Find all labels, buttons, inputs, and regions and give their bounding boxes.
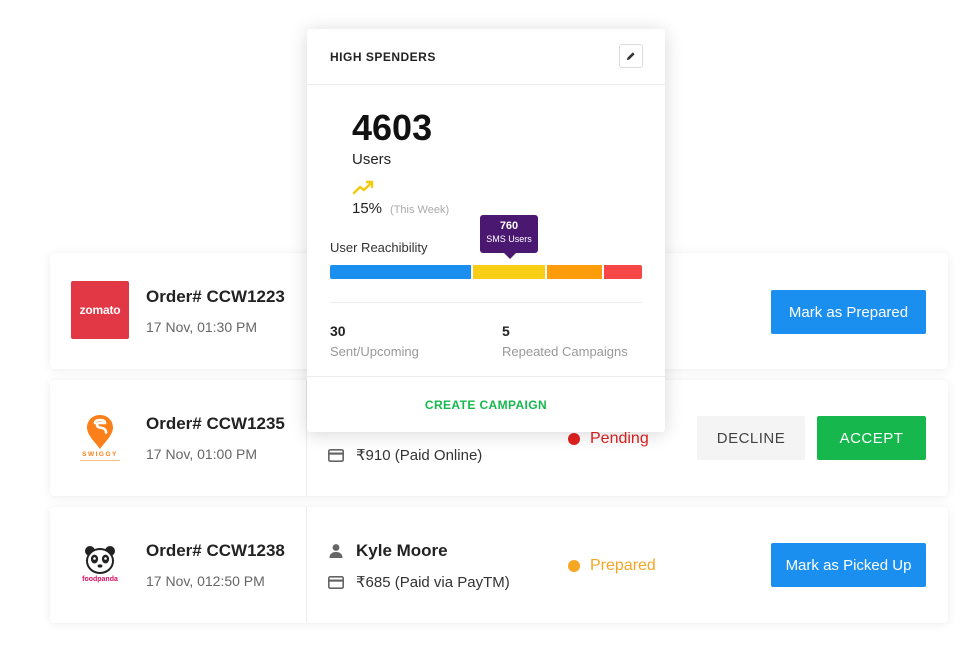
status-text: Prepared xyxy=(590,557,656,574)
card-icon xyxy=(328,575,344,589)
stat-repeated-campaigns: 5 Repeated Campaigns xyxy=(502,323,628,359)
zomato-logo: zomato xyxy=(71,281,129,339)
swiggy-tagline-line xyxy=(80,459,120,461)
reach-segment xyxy=(603,265,642,279)
zomato-logo-text: zomato xyxy=(79,303,121,317)
order-id: Order# CCW1238 xyxy=(146,541,285,560)
reach-segment xyxy=(546,265,602,279)
stat-label: Sent/Upcoming xyxy=(330,344,419,359)
order-time: 17 Nov, 01:30 PM xyxy=(146,319,258,335)
reach-segment xyxy=(330,265,471,279)
swiggy-logo-text: SWIGGY xyxy=(82,450,118,458)
decline-button[interactable]: DECLINE xyxy=(697,416,805,460)
reachability-bar xyxy=(330,265,642,279)
foodpanda-logo-text: foodpanda xyxy=(82,576,118,583)
mark-as-picked-up-button[interactable]: Mark as Picked Up xyxy=(771,543,926,587)
trending-up-icon xyxy=(352,180,374,195)
customer-row: Kyle Moore xyxy=(328,541,448,561)
reach-label: User Reachibility xyxy=(330,240,428,255)
popover-header: HIGH SPENDERS xyxy=(307,29,665,85)
tooltip-value: 760 xyxy=(499,220,519,232)
stat-value: 5 xyxy=(502,323,510,339)
order-time: 17 Nov, 012:50 PM xyxy=(146,573,265,589)
payment-row: ₹685 (Paid via PayTM) xyxy=(328,573,510,591)
tooltip-label: SMS Users xyxy=(486,234,532,244)
high-spenders-popover: HIGH SPENDERS 4603 Users 15% (This Week)… xyxy=(307,29,665,432)
payment-text: ₹910 (Paid Online) xyxy=(356,447,483,464)
status-dot xyxy=(568,560,580,572)
stat-label: Repeated Campaigns xyxy=(502,344,628,359)
user-count-label: Users xyxy=(352,151,392,168)
stat-value: 30 xyxy=(330,323,346,339)
sms-users-tooltip: 760 SMS Users xyxy=(480,215,538,259)
user-count: 4603 xyxy=(352,107,433,148)
accept-button[interactable]: ACCEPT xyxy=(817,416,926,460)
order-card: foodpanda Order# CCW1238 17 Nov, 012:50 … xyxy=(50,507,948,623)
trend-row: 15% (This Week) xyxy=(352,200,449,217)
payment-row: ₹910 (Paid Online) xyxy=(328,446,482,464)
order-id: Order# CCW1235 xyxy=(146,414,285,433)
popover-title: HIGH SPENDERS xyxy=(330,50,436,64)
status-badge: Pending xyxy=(568,430,649,448)
trend-period: (This Week) xyxy=(390,204,450,216)
stat-sent-upcoming: 30 Sent/Upcoming xyxy=(330,323,419,359)
swiggy-pin-icon xyxy=(87,414,113,449)
status-dot xyxy=(568,433,580,445)
edit-button[interactable] xyxy=(619,44,643,68)
order-time: 17 Nov, 01:00 PM xyxy=(146,446,258,462)
foodpanda-logo: foodpanda xyxy=(71,535,129,593)
order-id: Order# CCW1223 xyxy=(146,287,285,306)
pencil-icon xyxy=(627,52,635,60)
popover-divider xyxy=(330,302,642,303)
panda-icon xyxy=(85,546,115,574)
customer-name: Kyle Moore xyxy=(356,541,448,560)
card-icon xyxy=(328,448,344,462)
trend-percent: 15% xyxy=(352,200,383,217)
create-campaign-link[interactable]: CREATE CAMPAIGN xyxy=(425,398,547,412)
column-divider xyxy=(306,507,307,623)
person-icon xyxy=(329,544,343,558)
status-badge: Prepared xyxy=(568,557,656,575)
popover-footer: CREATE CAMPAIGN xyxy=(307,376,665,432)
reach-segment xyxy=(472,265,545,279)
status-text: Pending xyxy=(590,430,649,447)
payment-text: ₹685 (Paid via PayTM) xyxy=(356,574,510,591)
mark-as-prepared-button[interactable]: Mark as Prepared xyxy=(771,290,926,334)
swiggy-logo: SWIGGY xyxy=(71,408,129,466)
